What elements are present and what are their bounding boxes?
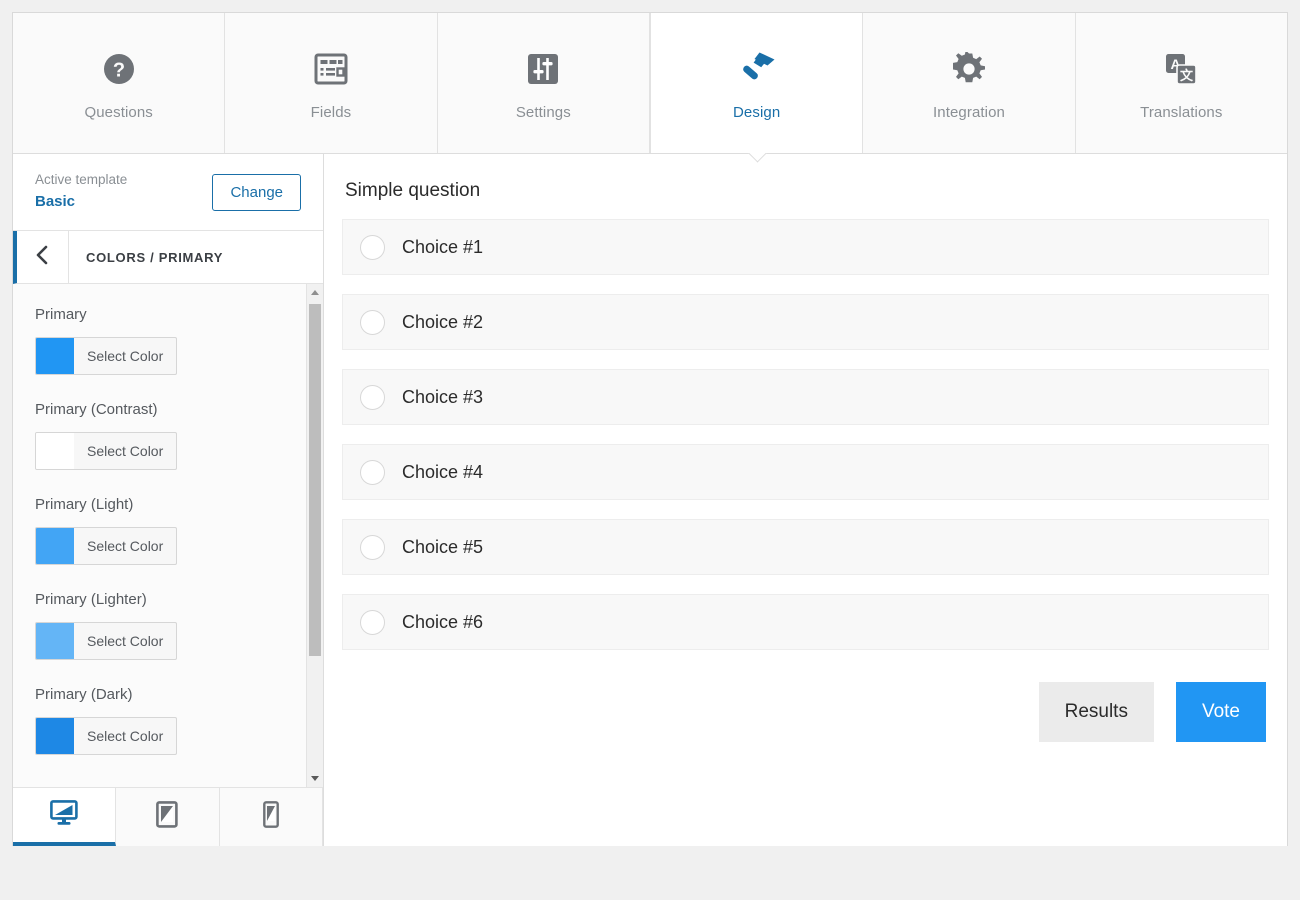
device-tab-desktop[interactable]	[13, 788, 117, 846]
select-color-label: Select Color	[87, 443, 164, 459]
color-label: Primary (Light)	[35, 496, 134, 513]
change-template-button[interactable]: Change	[212, 173, 301, 211]
choice-label: Choice #3	[402, 386, 484, 407]
chevron-left-icon	[35, 244, 50, 271]
tab-label: Fields	[310, 103, 352, 121]
color-group: Primary (Dark) Select Color	[35, 686, 306, 759]
choice-option[interactable]: Choice #4	[342, 444, 1269, 500]
radio-button-icon[interactable]	[360, 609, 385, 635]
color-group: Primary (Lighter) Select Color	[35, 591, 306, 664]
preview-actions: Results Vote	[342, 682, 1269, 742]
back-button[interactable]	[17, 231, 69, 283]
active-template-texts: Active template Basic	[35, 171, 127, 212]
design-sidebar: Active template Basic Change COLORS / PR…	[13, 154, 324, 846]
hammer-icon	[737, 46, 777, 92]
color-picker-primary[interactable]: Select Color	[35, 337, 178, 375]
color-picker-primary-light[interactable]: Select Color	[35, 527, 178, 565]
vote-button[interactable]: Vote	[1175, 682, 1266, 742]
question-title: Simple question	[345, 180, 481, 201]
tab-label: Design	[733, 103, 781, 121]
color-swatch	[36, 528, 74, 564]
svg-text:文: 文	[1180, 68, 1194, 83]
choice-label: Choice #5	[402, 536, 484, 557]
choice-option[interactable]: Choice #2	[342, 294, 1269, 350]
question-mark-circle-icon: ?	[102, 46, 136, 92]
radio-button-icon[interactable]	[360, 309, 385, 335]
tab-questions[interactable]: ? Questions	[13, 13, 226, 153]
tab-integration[interactable]: Integration	[863, 13, 1076, 153]
radio-button-icon[interactable]	[360, 234, 385, 260]
triangle-down-icon	[311, 776, 319, 781]
color-group: Primary (Contrast) Select Color	[35, 401, 306, 474]
radio-button-icon[interactable]	[360, 459, 385, 485]
tab-label: Integration	[932, 103, 1005, 121]
colors-section-header: COLORS / PRIMARY	[13, 231, 323, 284]
device-tab-tablet[interactable]	[116, 788, 220, 846]
active-template-caption: Active template	[35, 172, 128, 188]
colors-scroll-wrapper: Primary Select Color Primary (Contrast) …	[13, 284, 323, 788]
form-fields-icon	[314, 46, 348, 92]
choice-option[interactable]: Choice #3	[342, 369, 1269, 425]
tab-design[interactable]: Design	[649, 13, 864, 153]
monitor-icon	[50, 799, 78, 831]
editor-body: Active template Basic Change COLORS / PR…	[13, 154, 1287, 846]
color-picker-primary-dark[interactable]: Select Color	[35, 717, 178, 755]
color-swatch	[36, 338, 74, 374]
device-preview-tabs	[13, 788, 323, 846]
select-color-label: Select Color	[87, 348, 164, 364]
tab-translations[interactable]: A 文 Translations	[1075, 13, 1287, 153]
scroll-up-button[interactable]	[307, 284, 323, 301]
color-label: Primary (Lighter)	[35, 591, 147, 608]
color-label: Primary (Dark)	[35, 686, 133, 703]
color-swatch	[36, 433, 74, 469]
tab-label: Questions	[84, 103, 153, 121]
active-template-row: Active template Basic Change	[13, 154, 323, 231]
main-tabbar: ? Questions Fields Settings Design Integ…	[13, 13, 1287, 154]
color-picker-primary-contrast[interactable]: Select Color	[35, 432, 178, 470]
radio-button-icon[interactable]	[360, 534, 385, 560]
choice-label: Choice #1	[402, 236, 484, 257]
choice-option[interactable]: Choice #6	[342, 594, 1269, 650]
results-button[interactable]: Results	[1038, 682, 1154, 742]
select-color-label: Select Color	[87, 633, 164, 649]
tab-settings[interactable]: Settings	[437, 13, 650, 153]
sliders-icon	[527, 46, 559, 92]
scrollbar-thumb[interactable]	[309, 304, 321, 656]
active-tab-notch	[746, 153, 768, 164]
select-color-label: Select Color	[87, 728, 164, 744]
color-label: Primary	[35, 306, 87, 323]
triangle-up-icon	[311, 290, 319, 295]
color-group: Primary Select Color	[35, 306, 306, 379]
phone-icon	[262, 801, 279, 833]
choice-label: Choice #6	[402, 611, 484, 632]
device-tab-mobile[interactable]	[219, 788, 323, 846]
choice-label: Choice #2	[402, 311, 484, 332]
section-title: COLORS / PRIMARY	[86, 249, 224, 265]
color-swatch	[36, 718, 74, 754]
color-label: Primary (Contrast)	[35, 401, 158, 418]
design-editor-window: ? Questions Fields Settings Design Integ…	[12, 12, 1288, 846]
tab-fields[interactable]: Fields	[225, 13, 438, 153]
color-picker-primary-lighter[interactable]: Select Color	[35, 622, 178, 660]
choice-label: Choice #4	[402, 461, 484, 482]
gear-icon	[952, 46, 986, 92]
choice-option[interactable]: Choice #1	[342, 219, 1269, 275]
survey-preview: Simple question Choice #1 Choice #2 Choi…	[324, 154, 1287, 846]
translate-icon: A 文	[1164, 46, 1198, 92]
sidebar-scrollbar[interactable]	[306, 284, 323, 787]
tab-label: Settings	[515, 103, 571, 121]
select-color-label: Select Color	[87, 538, 164, 554]
color-swatch	[36, 623, 74, 659]
color-group: Primary (Light) Select Color	[35, 496, 306, 569]
tab-label: Translations	[1140, 103, 1223, 121]
colors-list: Primary Select Color Primary (Contrast) …	[13, 284, 306, 787]
active-template-name: Basic	[35, 193, 76, 211]
radio-button-icon[interactable]	[360, 384, 385, 410]
scroll-down-button[interactable]	[307, 770, 323, 787]
tablet-icon	[156, 801, 179, 833]
svg-text:?: ?	[113, 59, 125, 81]
choice-option[interactable]: Choice #5	[342, 519, 1269, 575]
